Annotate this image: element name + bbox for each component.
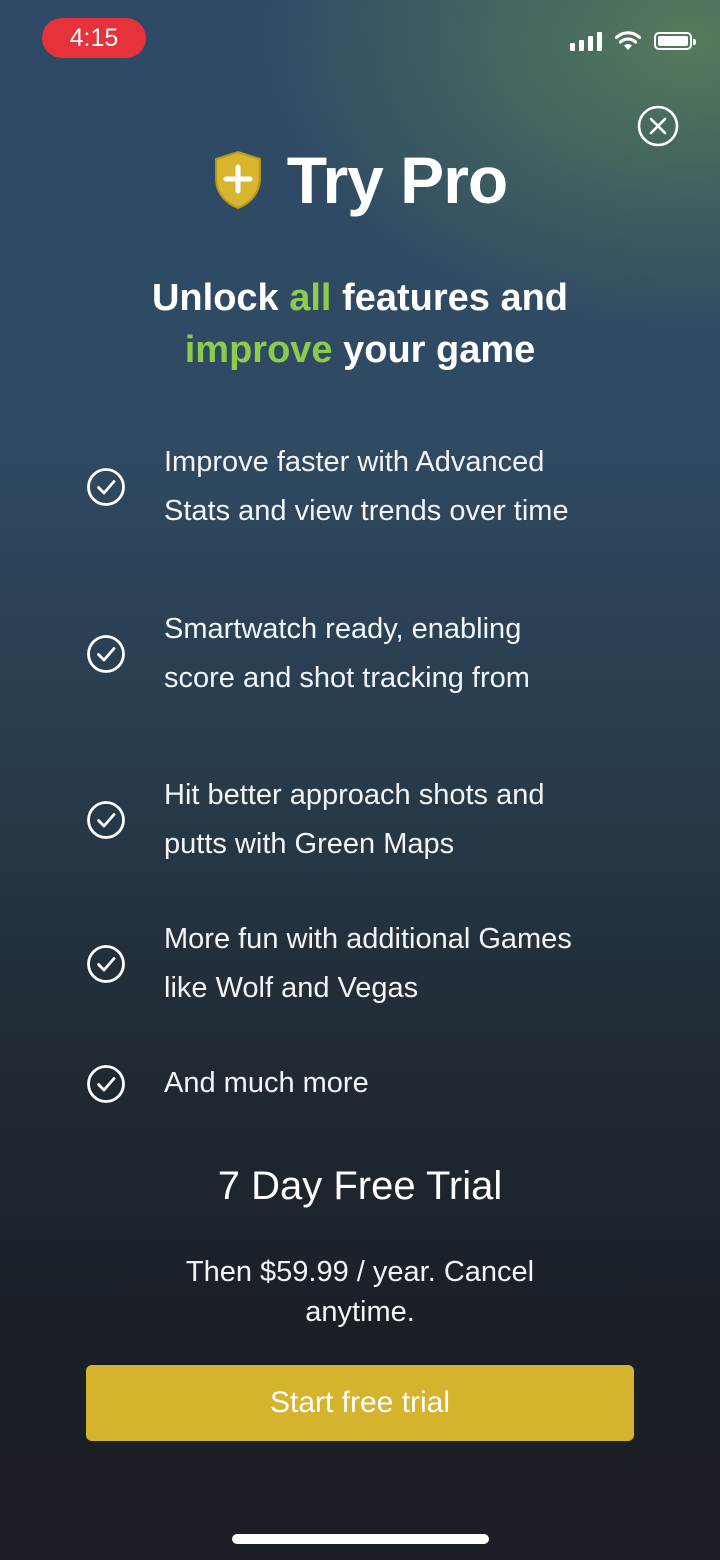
headline-accent: all [289, 277, 332, 319]
feature-item: Hit better approach shots and putts with … [86, 771, 650, 869]
wifi-icon [614, 31, 642, 50]
close-icon[interactable] [637, 105, 679, 147]
pro-paywall-screen: 4:15 Try Pro Unlock all features and imp… [0, 0, 720, 1560]
page-title: Try Pro [286, 143, 508, 217]
feature-item: More fun with additional Games like Wolf … [86, 915, 650, 1013]
feature-text: Smartwatch ready, enabling score and shot… [164, 613, 530, 694]
feature-item: Improve faster with Advanced Stats and vi… [86, 438, 650, 536]
start-free-trial-button[interactable]: Start free trial [86, 1365, 634, 1441]
trial-title: 7 Day Free Trial [217, 1164, 503, 1208]
check-circle-icon [87, 945, 125, 983]
headline-accent: improve [184, 329, 333, 371]
battery-icon [654, 32, 696, 50]
feature-text: And much more [164, 1067, 369, 1099]
headline: Unlock all features and improve your gam… [60, 272, 660, 376]
headline-text: your game [332, 329, 536, 371]
header: Try Pro [0, 142, 720, 218]
trial-pricing: Then $59.99 / year. Cancel anytime. [185, 1256, 535, 1328]
check-circle-icon [87, 1064, 125, 1103]
check-circle-icon [87, 468, 125, 506]
feature-text: Hit better approach shots and putts with … [164, 779, 545, 860]
signal-icon [570, 31, 602, 51]
feature-text: More fun with additional Games like Wolf … [164, 923, 572, 1004]
check-circle-icon [87, 635, 125, 673]
home-indicator [232, 1534, 489, 1544]
feature-item: Smartwatch ready, enabling score and shot… [86, 605, 650, 703]
shield-plus-icon [214, 150, 261, 210]
check-circle-icon [87, 801, 125, 839]
status-icons [570, 28, 696, 54]
headline-text: Unlock [151, 277, 290, 319]
feature-item: And much more [86, 1059, 650, 1108]
feature-text: Improve faster with Advanced Stats and vi… [164, 446, 569, 527]
status-time: 4:15 [42, 18, 146, 58]
headline-text: features and [331, 277, 569, 319]
